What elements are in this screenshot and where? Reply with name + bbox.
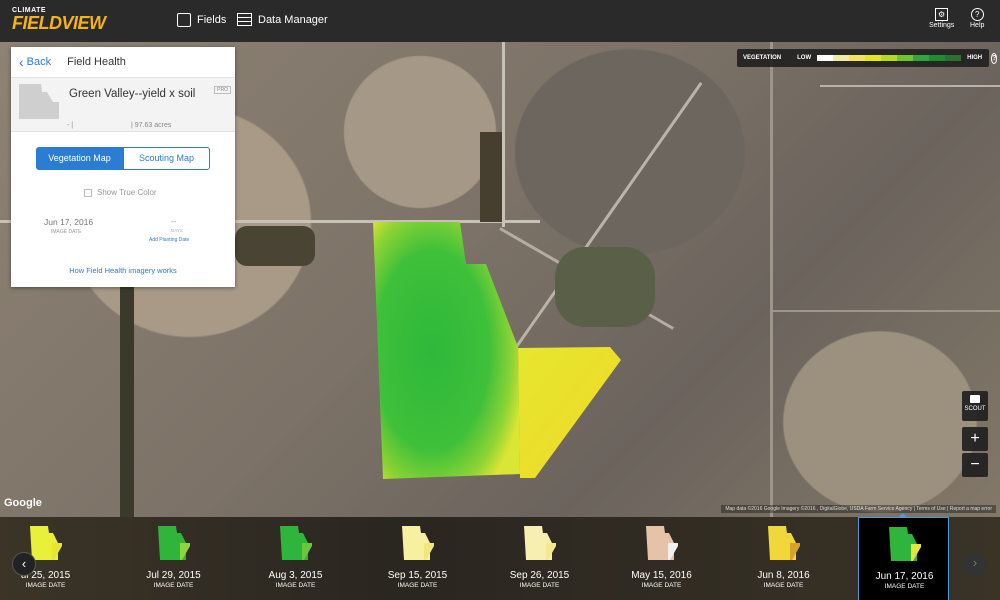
planting-days-label: DAYS xyxy=(171,228,183,233)
how-field-health-works-link[interactable]: How Field Health imagery works xyxy=(11,266,235,275)
google-logo: Google xyxy=(4,497,42,509)
legend-title: VEGETATION xyxy=(743,55,782,61)
map-type-toggle: Vegetation Map Scouting Map xyxy=(36,147,210,170)
timeline-date-label: IMAGE DATE xyxy=(397,582,438,589)
field-shape-thumbnail xyxy=(19,84,59,119)
field-meta: - | xyxy=(67,122,74,129)
legend-swatch xyxy=(817,55,834,61)
legend-high-label: HIGH xyxy=(967,55,983,61)
legend-swatch xyxy=(881,55,898,61)
timeline-date: ul 25, 2015 xyxy=(20,570,71,581)
legend-swatch xyxy=(833,55,850,61)
tab-vegetation-map[interactable]: Vegetation Map xyxy=(36,147,123,170)
vegetation-legend: VEGETATION LOW HIGH ? xyxy=(737,49,998,67)
timeline-next-button[interactable]: › xyxy=(963,552,987,576)
fields-icon xyxy=(177,13,191,27)
timeline-item[interactable]: Jul 29, 2015 IMAGE DATE xyxy=(128,517,219,600)
timeline-item[interactable]: Jun 8, 2016 IMAGE DATE xyxy=(738,517,829,600)
legend-swatch xyxy=(913,55,930,61)
legend-low-label: LOW xyxy=(797,55,812,61)
back-button[interactable]: ‹ Back xyxy=(19,53,52,70)
field-tag: PRO xyxy=(214,86,231,94)
panel-header: ‹ Back Field Health xyxy=(11,47,235,77)
timeline-item[interactable]: Jun 17, 2016 IMAGE DATE xyxy=(858,517,949,600)
field-card[interactable]: Green Valley--yield x soil PRO - | | 97.… xyxy=(11,77,235,132)
scout-label: SCOUT xyxy=(964,406,986,412)
timeline-date: Sep 26, 2015 xyxy=(509,570,570,581)
field-thumbnail-icon xyxy=(402,526,434,560)
timeline-date-label: IMAGE DATE xyxy=(519,582,560,589)
climate-fieldview-logo[interactable]: CLIMATE FIELDVIEW xyxy=(12,7,106,32)
add-planting-date-link[interactable]: Add Planting Date xyxy=(149,237,189,243)
image-date-value: Jun 17, 2016 xyxy=(44,217,94,227)
field-thumbnail-icon xyxy=(889,527,921,561)
zoom-out-button[interactable]: − xyxy=(962,453,988,477)
nav-data-manager-label: Data Manager xyxy=(258,13,328,26)
field-thumbnail-icon xyxy=(768,526,800,560)
timeline-date-label: IMAGE DATE xyxy=(884,583,925,590)
data-manager-icon xyxy=(237,13,252,26)
legend-swatch xyxy=(897,55,914,61)
field-health-panel: ‹ Back Field Health Green Valley--yield … xyxy=(11,47,235,287)
map-attribution[interactable]: Map data ©2016 Google Imagery ©2016 , Di… xyxy=(721,505,996,513)
imagery-timeline: ul 25, 2015 IMAGE DATE Jul 29, 2015 IMAGE D… xyxy=(0,517,1000,600)
timeline-date: May 15, 2016 xyxy=(631,570,692,581)
timeline-date-label: IMAGE DATE xyxy=(153,582,194,589)
legend-swatch xyxy=(929,55,946,61)
field-thumbnail-icon xyxy=(524,526,556,560)
timeline-date: Aug 3, 2015 xyxy=(268,570,323,581)
scout-button[interactable]: SCOUT xyxy=(962,391,988,421)
nav-fields[interactable]: Fields xyxy=(177,13,226,27)
tab-scouting-map[interactable]: Scouting Map xyxy=(123,147,210,170)
field-thumbnail-icon xyxy=(280,526,312,560)
field-acres: | 97.63 acres xyxy=(131,122,172,129)
legend-swatch xyxy=(849,55,866,61)
settings-button[interactable]: ⚙ Settings xyxy=(929,8,954,29)
field-name: Green Valley--yield x soil xyxy=(69,88,196,100)
logo-big-text: FIELDVIEW xyxy=(12,13,106,33)
field-thumbnail-icon xyxy=(646,526,678,560)
settings-label: Settings xyxy=(929,22,955,29)
timeline-date: Jun 8, 2016 xyxy=(757,570,810,581)
true-color-label: Show True Color xyxy=(97,188,157,197)
timeline-date-label: IMAGE DATE xyxy=(25,582,66,589)
help-icon: ? xyxy=(970,8,984,21)
image-date-label: IMAGE DATE xyxy=(51,229,82,235)
true-color-option[interactable]: Show True Color xyxy=(84,188,157,197)
zoom-in-button[interactable]: + xyxy=(962,427,988,451)
timeline-item[interactable]: Aug 3, 2015 IMAGE DATE xyxy=(250,517,341,600)
chevron-left-icon: ‹ xyxy=(19,53,24,70)
nav-data-manager[interactable]: Data Manager xyxy=(237,13,328,26)
timeline-date-label: IMAGE DATE xyxy=(641,582,682,589)
field-zone-low-vigor xyxy=(518,347,621,478)
top-bar: CLIMATE FIELDVIEW Fields Data Manager ⚙ … xyxy=(0,0,1000,42)
legend-swatch xyxy=(865,55,882,61)
camera-icon xyxy=(970,395,980,403)
help-label: Help xyxy=(970,22,985,29)
timeline-item[interactable]: Sep 26, 2015 IMAGE DATE xyxy=(494,517,585,600)
field-zone-high-vigor xyxy=(373,222,520,479)
back-label: Back xyxy=(26,56,52,68)
timeline-date: Jul 29, 2015 xyxy=(146,570,201,581)
timeline-item[interactable]: Sep 15, 2015 IMAGE DATE xyxy=(372,517,463,600)
settings-icon: ⚙ xyxy=(935,8,949,21)
timeline-date-label: IMAGE DATE xyxy=(763,582,804,589)
true-color-checkbox[interactable] xyxy=(84,188,92,197)
timeline-date-label: IMAGE DATE xyxy=(275,582,316,589)
timeline-item[interactable]: May 15, 2016 IMAGE DATE xyxy=(616,517,707,600)
legend-swatch xyxy=(945,55,962,61)
timeline-date: Sep 15, 2015 xyxy=(387,570,448,581)
planting-days-value: -- xyxy=(171,217,177,226)
timeline-prev-button[interactable]: ‹ xyxy=(12,552,36,576)
field-thumbnail-icon xyxy=(158,526,190,560)
timeline-date: Jun 17, 2016 xyxy=(875,571,934,582)
legend-color-scale xyxy=(817,55,962,61)
panel-title: Field Health xyxy=(67,56,126,68)
field-thumbnail-icon xyxy=(30,526,62,560)
help-button[interactable]: ? Help xyxy=(970,8,984,29)
nav-fields-label: Fields xyxy=(197,14,227,26)
